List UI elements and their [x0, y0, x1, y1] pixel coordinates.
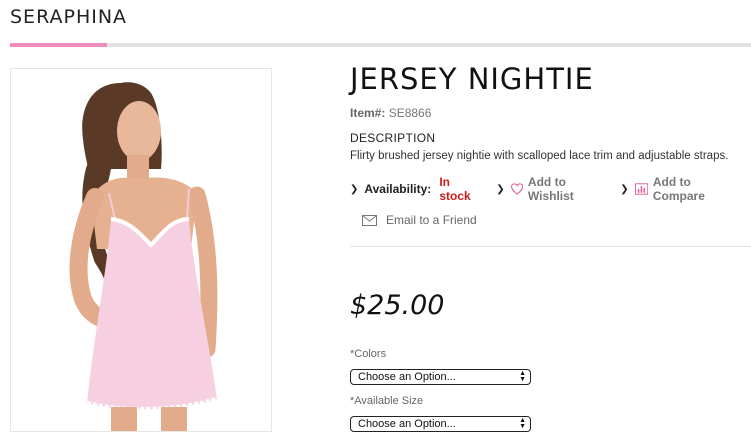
description-heading: DESCRIPTION	[350, 131, 436, 145]
heart-icon	[510, 183, 523, 195]
select-arrows-icon: ▲ ▼	[519, 417, 526, 430]
item-number-value: SE8866	[388, 106, 432, 120]
availability-label: Availability:	[364, 182, 432, 196]
select-arrows-icon: ▲ ▼	[519, 370, 526, 383]
colors-label-text: Colors	[354, 348, 387, 360]
email-to-friend-link[interactable]: Email to a Friend	[362, 213, 477, 227]
product-actions: ❯ Availability: In stock ❯ Add to Wishli…	[350, 175, 751, 203]
colors-select-value: Choose an Option...	[358, 371, 456, 383]
divider	[350, 246, 751, 247]
wishlist-label: Add to Wishlist	[527, 175, 574, 203]
item-number-label: Item#:	[350, 106, 386, 120]
colors-select[interactable]: Choose an Option... ▲ ▼	[350, 369, 531, 385]
description-text: Flirty brushed jersey nightie with scall…	[350, 150, 729, 162]
email-label: Email to a Friend	[386, 213, 477, 227]
size-label-text: Available Size	[354, 395, 424, 407]
nav-tab-bar	[10, 43, 751, 47]
compare-chart-icon	[634, 183, 648, 195]
product-price: $25.00	[350, 290, 445, 321]
brand-logo[interactable]: SERAPHINA	[10, 6, 127, 28]
size-label: *Available Size	[350, 395, 424, 407]
add-to-compare-link[interactable]: Add to Compare	[634, 175, 741, 203]
size-select-value: Choose an Option...	[358, 418, 456, 430]
colors-label: *Colors	[350, 348, 387, 360]
item-number: Item#: SE8866	[350, 106, 431, 120]
product-title: JERSEY NIGHTIE	[350, 62, 594, 96]
envelope-icon	[362, 214, 377, 226]
chevron-right-icon: ❯	[496, 183, 505, 195]
compare-label: Add to Compare	[652, 175, 705, 203]
chevron-right-icon: ❯	[620, 183, 629, 195]
active-tab-indicator	[10, 43, 107, 47]
availability-status: In stock	[439, 175, 471, 203]
chevron-right-icon: ❯	[350, 183, 359, 195]
add-to-wishlist-link[interactable]: Add to Wishlist	[510, 175, 611, 203]
product-image[interactable]	[10, 68, 272, 432]
